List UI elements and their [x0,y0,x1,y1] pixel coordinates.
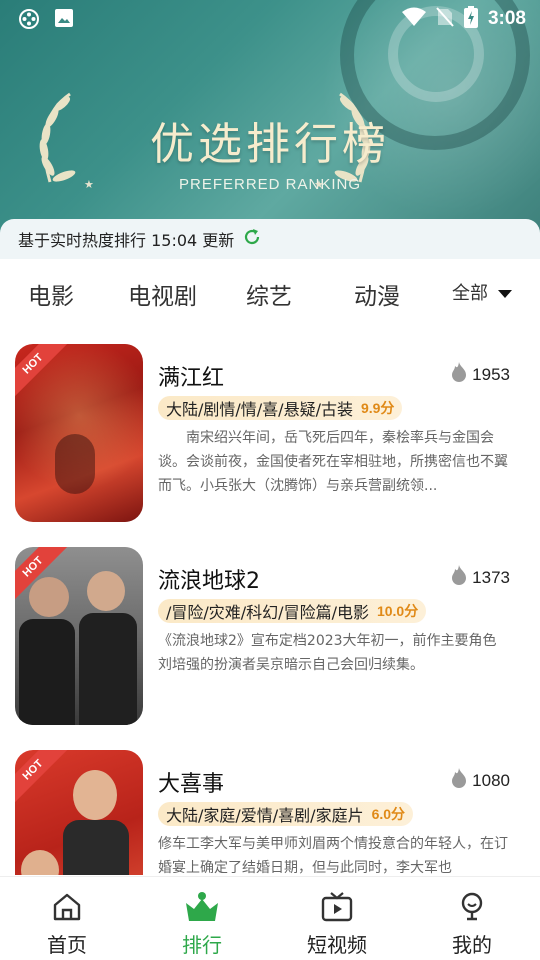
nav-profile-label: 我的 [452,933,492,957]
nav-ranking-label: 排行 [182,933,222,957]
triangle-down-icon [498,282,512,303]
ranking-hero-banner: 3:08 优选排行榜 ★ PREFERRED RANKING ★ [0,0,540,255]
heat-count: 1953 [450,362,510,387]
hot-badge: HOT [15,750,70,807]
heat-value: 1080 [472,770,510,790]
category-tabs: 电影 电视剧 综艺 动漫 全部 [0,259,540,325]
wifi-icon [401,7,426,31]
battery-charging-icon [463,6,478,32]
filter-label: 全部 [452,283,488,304]
genre-text: 大陆/剧情/情/喜/悬疑/古装 [166,400,353,419]
item-description: 修车工李大军与美甲师刘眉两个情投意合的年轻人，在订婚宴上确定了结婚日期，但与此同… [158,836,508,875]
bottom-navigation: 首页 排行 短视频 我的 [0,876,540,960]
status-bar: 3:08 [0,0,540,36]
gallery-icon [54,8,74,34]
status-time: 3:08 [487,8,526,29]
item-title: 大喜事 [158,772,225,797]
nav-home[interactable]: 首页 [17,891,117,958]
flame-icon [450,565,468,590]
list-item[interactable]: HOT 流浪地球2 1373 /冒险/灾难/科幻/冒险篇/电影 10.0分 《流… [0,533,540,725]
tab-tv-series[interactable]: 电视剧 [128,277,197,311]
nav-short-video[interactable]: 短视频 [287,891,387,958]
heat-value: 1373 [472,567,510,587]
no-sim-icon [436,7,454,31]
tab-movie[interactable]: 电影 [28,277,74,311]
poster-image: HOT [15,344,143,522]
tab-variety[interactable]: 综艺 [246,277,292,311]
genre-tags: /冒险/灾难/科幻/冒险篇/电影 10.0分 [158,599,427,623]
media-icon [18,8,40,34]
list-item[interactable]: HOT 满江红 1953 大陆/剧情/情/喜/悬疑/古装 9.9分 南宋绍兴年间… [0,330,540,522]
list-item[interactable]: HOT 大喜事 1080 大陆/家庭/爱情/喜剧/家庭片 6.0分 修车工李大军… [0,736,540,875]
genre-tags: 大陆/剧情/情/喜/悬疑/古装 9.9分 [158,396,403,420]
flame-icon [450,362,468,387]
home-icon [51,893,83,927]
item-title: 流浪地球2 [158,569,260,594]
tab-anime[interactable]: 动漫 [354,277,400,311]
item-title: 满江红 [158,366,225,391]
heat-count: 1373 [450,565,510,590]
item-description: 南宋绍兴年间，岳飞死后四年，秦桧率兵与金国会谈。会谈前夜，金国使者死在宰相驻地，… [158,430,508,494]
score-badge: 6.0分 [371,806,406,822]
hero-title: 优选排行榜 [150,119,390,170]
score-badge: 9.9分 [360,400,395,416]
star-icon: ★ [314,178,324,191]
hero-subtitle: PREFERRED RANKING [178,176,362,193]
refresh-icon[interactable] [242,227,262,251]
nav-short-video-label: 短视频 [307,933,367,957]
nav-profile[interactable]: 我的 [422,891,522,958]
genre-text: 大陆/家庭/爱情/喜剧/家庭片 [166,806,364,825]
genre-tags: 大陆/家庭/爱情/喜剧/家庭片 6.0分 [158,802,414,826]
update-info-bar: 基于实时热度排行 15:04 更新 [0,219,540,259]
tv-play-icon [320,892,354,927]
flame-icon [450,768,468,793]
genre-text: /冒险/灾难/科幻/冒险篇/电影 [166,603,369,622]
nav-home-label: 首页 [47,933,87,957]
poster-image: HOT [15,750,143,875]
update-text: 基于实时热度排行 15:04 更新 [18,231,235,250]
item-description: 《流浪地球2》宣布定档2023大年初一，前作主要角色刘培强的扮演者吴京暗示自己会… [158,633,497,673]
score-badge: 10.0分 [376,603,419,619]
poster-image: HOT [15,547,143,725]
ranking-list: HOT 满江红 1953 大陆/剧情/情/喜/悬疑/古装 9.9分 南宋绍兴年间… [0,330,540,875]
crown-icon [184,892,220,927]
filter-all-dropdown[interactable]: 全部 [452,279,512,305]
heat-count: 1080 [450,768,510,793]
nav-ranking[interactable]: 排行 [152,891,252,958]
user-icon [456,892,488,927]
heat-value: 1953 [472,364,510,384]
